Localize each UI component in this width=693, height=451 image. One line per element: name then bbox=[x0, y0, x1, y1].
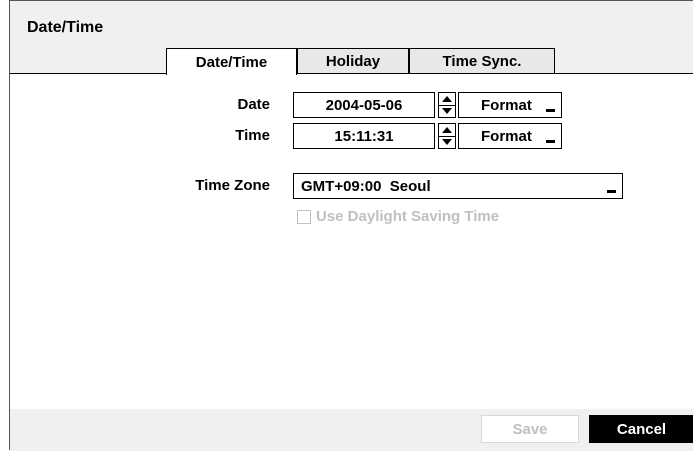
date-label: Date bbox=[237, 96, 270, 113]
time-spinner[interactable] bbox=[438, 123, 456, 149]
daylight-saving-row: Use Daylight Saving Time bbox=[297, 208, 499, 225]
dialog-footer: Save Cancel bbox=[10, 409, 693, 451]
cancel-button[interactable]: Cancel bbox=[589, 415, 693, 443]
tab-time-sync-label: Time Sync. bbox=[442, 53, 522, 70]
dropdown-caret-icon bbox=[607, 190, 616, 193]
tab-date-time[interactable]: Date/Time bbox=[166, 48, 297, 75]
date-format-button[interactable]: Format bbox=[458, 92, 562, 118]
daylight-saving-label: Use Daylight Saving Time bbox=[316, 208, 500, 225]
spinner-down-icon[interactable] bbox=[442, 108, 452, 114]
spinner-up-icon[interactable] bbox=[442, 127, 452, 133]
date-time-dialog: Date/Time Date/Time Holiday Time Sync. D… bbox=[9, 0, 693, 451]
dropdown-caret-icon bbox=[546, 109, 555, 112]
dialog-title: Date/Time bbox=[27, 19, 104, 36]
dropdown-caret-icon bbox=[546, 140, 555, 143]
time-label: Time bbox=[235, 127, 270, 144]
date-field[interactable]: 2004-05-06 bbox=[293, 92, 435, 118]
date-format-label: Format bbox=[481, 96, 532, 114]
daylight-saving-checkbox[interactable] bbox=[297, 209, 311, 224]
time-zone-value: GMT+09:00 Seoul bbox=[301, 177, 431, 195]
time-zone-select[interactable]: GMT+09:00 Seoul bbox=[293, 173, 623, 199]
spinner-up-icon[interactable] bbox=[442, 96, 452, 102]
spinner-down-icon[interactable] bbox=[442, 139, 452, 145]
tab-holiday-label: Holiday bbox=[325, 53, 381, 70]
date-spinner[interactable] bbox=[438, 92, 456, 118]
time-field[interactable]: 15:11:31 bbox=[293, 123, 435, 149]
tab-date-time-label: Date/Time bbox=[195, 53, 268, 71]
time-format-button[interactable]: Format bbox=[458, 123, 562, 149]
tab-time-sync[interactable]: Time Sync. bbox=[409, 48, 555, 74]
time-format-label: Format bbox=[481, 127, 532, 145]
save-button[interactable]: Save bbox=[481, 415, 579, 443]
time-zone-label: Time Zone bbox=[195, 177, 270, 194]
tab-holiday[interactable]: Holiday bbox=[297, 48, 409, 74]
tab-content-panel: Date 2004-05-06 Format Time 15:11:31 For… bbox=[10, 73, 693, 410]
